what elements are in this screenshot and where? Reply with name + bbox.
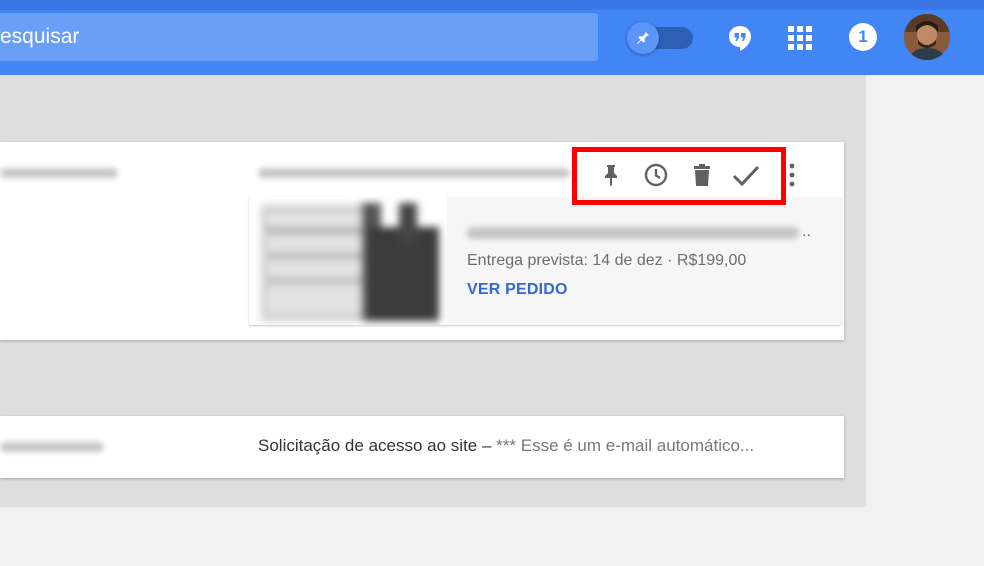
email-subject: Solicitação de acesso ao site: [258, 436, 478, 455]
header-strip: [0, 0, 984, 10]
sender-redacted: [0, 442, 104, 452]
sender-redacted: [0, 168, 118, 178]
product-name-redacted: [467, 227, 799, 239]
subject-redacted: [258, 168, 570, 178]
pin-toggle[interactable]: [627, 22, 693, 54]
email-snippet: *** Esse é um e-mail automático...: [496, 436, 755, 455]
snooze-clock-icon[interactable]: [642, 161, 670, 189]
notification-badge[interactable]: 1: [849, 23, 877, 51]
pin-toggle-icon: [627, 22, 659, 54]
product-name-ellipsis: ..: [802, 223, 811, 240]
product-thumbnail: [249, 197, 447, 325]
apps-grid-icon[interactable]: [787, 25, 813, 51]
search-input[interactable]: esquisar: [0, 13, 598, 61]
email-subject-line: Solicitação de acesso ao site – *** Esse…: [258, 436, 754, 456]
order-summary-card[interactable]: .. Entrega prevista: 14 de dez · R$199,0…: [249, 197, 841, 325]
subject-separator: –: [477, 436, 497, 455]
done-check-icon[interactable]: [732, 161, 760, 189]
delivery-info: Entrega prevista: 14 de dez · R$199,00: [467, 252, 747, 269]
pin-icon[interactable]: [597, 161, 625, 189]
hangouts-icon[interactable]: [726, 24, 754, 52]
search-placeholder: esquisar: [0, 25, 80, 48]
trash-icon[interactable]: [688, 161, 716, 189]
view-order-link[interactable]: VER PEDIDO: [467, 281, 568, 299]
app-header: esquisar 1: [0, 0, 984, 75]
more-vert-icon[interactable]: [783, 162, 801, 188]
avatar[interactable]: [904, 14, 950, 60]
